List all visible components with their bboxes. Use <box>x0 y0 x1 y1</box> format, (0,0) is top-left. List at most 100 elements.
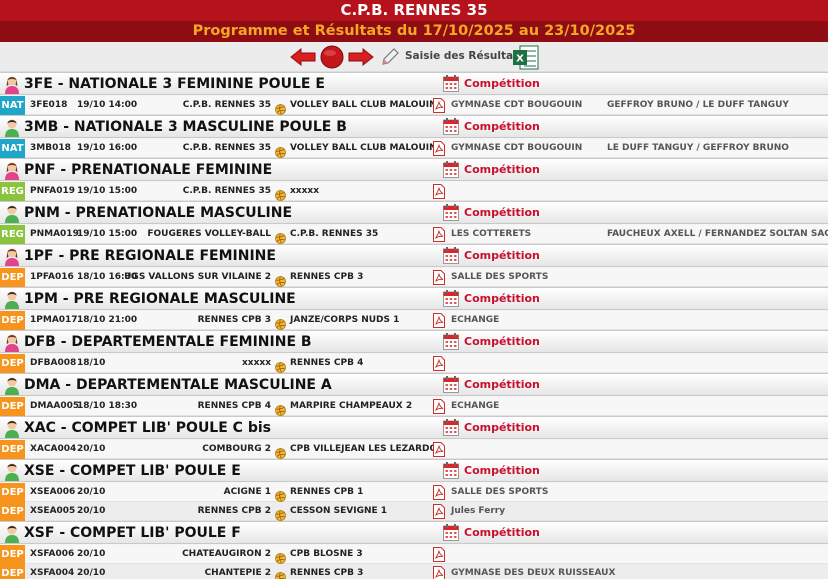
match-row[interactable]: DEP XSEA005 20/10 RENNES CPB 2 CESSON SEVIG… <box>0 502 828 521</box>
volleyball-icon <box>275 568 286 579</box>
competition-link[interactable]: Compétition <box>464 77 540 90</box>
match-date: 19/10 16:00 <box>77 143 138 153</box>
pdf-icon[interactable] <box>433 227 445 242</box>
match-date: 19/10 14:00 <box>77 100 138 110</box>
calendar-icon[interactable] <box>443 333 459 350</box>
pdf-icon[interactable] <box>433 356 445 371</box>
level-badge: DEP <box>0 483 25 502</box>
male-player-icon <box>4 290 20 309</box>
home-team: RENNES CPB 4 <box>197 401 271 411</box>
home-team: COMBOURG 2 <box>202 444 271 454</box>
period-subtitle: Programme et Résultats du 17/10/2025 au … <box>0 21 828 42</box>
away-team: RENNES CPB 3 <box>290 272 364 282</box>
match-date: 20/10 <box>77 506 106 516</box>
competition-header: PNM - PRENATIONALE MASCULINE Compétition <box>0 201 828 224</box>
match-date: 18/10 18:30 <box>77 401 138 411</box>
match-row[interactable]: DEP XSEA006 20/10 ACIGNE 1 RENNES CPB 1 SAL… <box>0 483 828 502</box>
pdf-icon[interactable] <box>433 98 445 113</box>
volleyball-icon <box>275 506 286 521</box>
calendar-icon[interactable] <box>443 204 459 221</box>
calendar-icon[interactable] <box>443 247 459 264</box>
home-team: C.P.B. RENNES 35 <box>182 143 271 153</box>
match-row[interactable]: DEP DMAA005 18/10 18:30 RENNES CPB 4 MARPIR… <box>0 397 828 416</box>
competition-header: DFB - DEPARTEMENTALE FEMININE B Compétit… <box>0 330 828 353</box>
pdf-icon[interactable] <box>433 566 445 579</box>
competition-header: XAC - COMPET LIB' POULE C bis Compétitio… <box>0 416 828 439</box>
arrow-left-icon[interactable] <box>290 48 316 66</box>
competition-link[interactable]: Compétition <box>464 421 540 434</box>
match-code: PNFA019 <box>30 186 75 196</box>
stop-icon[interactable] <box>320 45 344 69</box>
match-row[interactable]: DEP DFBA008 18/10 xxxxx RENNES CPB 4 <box>0 354 828 373</box>
match-row[interactable]: DEP XSFA006 20/10 CHATEAUGIRON 2 CPB BLOSNE… <box>0 545 828 564</box>
match-row[interactable]: DEP XSFA004 20/10 CHANTEPIE 2 RENNES CPB 3 … <box>0 564 828 579</box>
club-title: C.P.B. RENNES 35 <box>0 0 828 21</box>
away-team: VOLLEY BALL CLUB MALOUIN <box>290 143 437 153</box>
away-team: xxxxx <box>290 186 320 196</box>
level-badge: DEP <box>0 545 25 564</box>
match-row[interactable]: DEP XACA004 20/10 COMBOURG 2 CPB VILLEJEAN … <box>0 440 828 459</box>
pdf-icon[interactable] <box>433 141 445 156</box>
competition-link[interactable]: Compétition <box>464 464 540 477</box>
venue: SALLE DES SPORTS <box>451 272 549 282</box>
venue: Jules Ferry <box>451 506 506 516</box>
match-row[interactable]: REG PNFA019 19/10 15:00 C.P.B. RENNES 35 xx… <box>0 182 828 201</box>
competition-link[interactable]: Compétition <box>464 292 540 305</box>
venue: ECHANGE <box>451 401 500 411</box>
match-row[interactable]: DEP 1PMA017 18/10 21:00 RENNES CPB 3 JANZE/… <box>0 311 828 330</box>
competition-link[interactable]: Compétition <box>464 335 540 348</box>
match-row[interactable]: NAT 3FE018 19/10 14:00 C.P.B. RENNES 35 VOL… <box>0 96 828 115</box>
competition-header: 3MB - NATIONALE 3 MASCULINE POULE B Comp… <box>0 115 828 138</box>
calendar-icon[interactable] <box>443 419 459 436</box>
match-row[interactable]: DEP 1PFA016 18/10 16:30 UGS VALLONS SUR VIL… <box>0 268 828 287</box>
match-code: XSFA004 <box>30 568 75 578</box>
competition-title: 1PF - PRE REGIONALE FEMININE <box>24 248 276 264</box>
competition-link[interactable]: Compétition <box>464 163 540 176</box>
pdf-icon[interactable] <box>433 504 445 519</box>
calendar-icon[interactable] <box>443 75 459 92</box>
level-badge: DEP <box>0 440 25 459</box>
volleyball-icon <box>275 272 286 287</box>
match-code: PNMA019 <box>30 229 79 239</box>
calendar-icon[interactable] <box>443 118 459 135</box>
home-team: CHATEAUGIRON 2 <box>182 549 271 559</box>
volleyball-icon <box>275 315 286 330</box>
results-entry-link[interactable]: Saisie des Résultats <box>405 50 524 62</box>
male-player-icon <box>4 204 20 223</box>
calendar-icon[interactable] <box>443 290 459 307</box>
venue: GYMNASE CDT BOUGOUIN <box>451 143 583 153</box>
volleyball-icon <box>275 444 286 459</box>
calendar-icon[interactable] <box>443 161 459 178</box>
match-code: XSFA006 <box>30 549 75 559</box>
pencil-icon[interactable] <box>380 47 400 67</box>
calendar-icon[interactable] <box>443 462 459 479</box>
home-team: RENNES CPB 2 <box>197 506 271 516</box>
competition-link[interactable]: Compétition <box>464 378 540 391</box>
competition-link[interactable]: Compétition <box>464 526 540 539</box>
pdf-icon[interactable] <box>433 485 445 500</box>
volleyball-icon <box>275 186 286 201</box>
pdf-icon[interactable] <box>433 313 445 328</box>
excel-icon[interactable]: X <box>512 44 540 71</box>
arrow-right-icon[interactable] <box>348 48 374 66</box>
competition-link[interactable]: Compétition <box>464 206 540 219</box>
away-team: CESSON SEVIGNE 1 <box>290 506 388 516</box>
match-row[interactable]: NAT 3MB018 19/10 16:00 C.P.B. RENNES 35 VOL… <box>0 139 828 158</box>
pdf-icon[interactable] <box>433 399 445 414</box>
pdf-icon[interactable] <box>433 270 445 285</box>
venue: GYMNASE DES DEUX RUISSEAUX <box>451 568 616 578</box>
home-team: xxxxx <box>241 358 271 368</box>
pdf-icon[interactable] <box>433 547 445 562</box>
calendar-icon[interactable] <box>443 376 459 393</box>
female-player-icon <box>4 247 20 266</box>
competition-link[interactable]: Compétition <box>464 249 540 262</box>
competition-title: 3FE - NATIONALE 3 FEMININE POULE E <box>24 76 325 92</box>
competition-title: PNM - PRENATIONALE MASCULINE <box>24 205 293 221</box>
calendar-icon[interactable] <box>443 524 459 541</box>
competition-link[interactable]: Compétition <box>464 120 540 133</box>
pdf-icon[interactable] <box>433 184 445 199</box>
match-row[interactable]: REG PNMA019 19/10 15:00 FOUGERES VOLLEY-BAL… <box>0 225 828 244</box>
competition-header: 3FE - NATIONALE 3 FEMININE POULE E Compé… <box>0 72 828 95</box>
pdf-icon[interactable] <box>433 442 445 457</box>
level-badge: REG <box>0 225 25 244</box>
